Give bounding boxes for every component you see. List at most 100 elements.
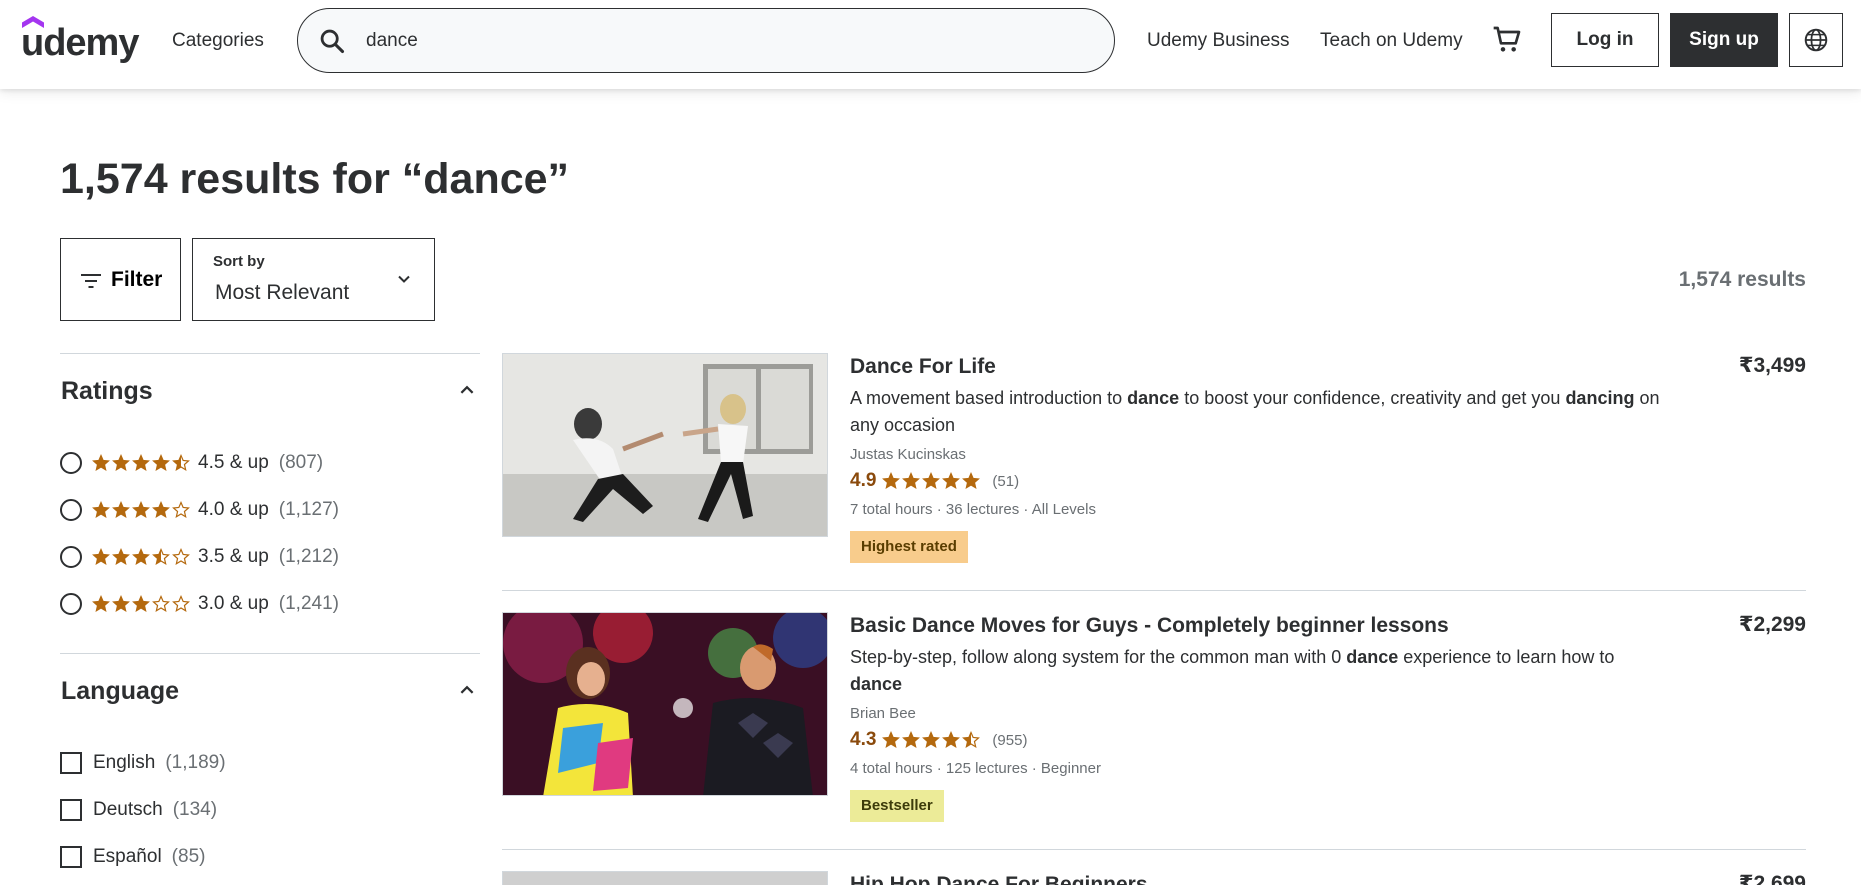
course-meta: 4 total hours · 125 lectures · Beginner [850,760,1101,777]
star-half-icon [962,731,981,748]
course-thumbnail[interactable] [502,871,828,885]
course-description: A movement based introduction to dance t… [850,385,1670,439]
star-full-icon [132,595,150,612]
star-half-icon [152,548,170,565]
rating-radio[interactable] [60,593,82,615]
star-half-icon [172,454,190,471]
rating-option-count: (1,212) [278,546,339,567]
star-full-icon [112,454,130,471]
chevron-down-icon [398,275,410,283]
rating-option-count: (1,127) [278,499,339,520]
rating-filter-option[interactable]: 3.0 & up (1,241) [60,591,339,617]
sort-value: Most Relevant [215,281,350,304]
star-full-icon [922,472,941,489]
course-title[interactable]: Basic Dance Moves for Guys - Completely … [850,614,1449,638]
top-header: udemy Categories Udemy Business Teach on… [0,0,1861,89]
ratings-section-title[interactable]: Ratings [61,377,153,406]
language-option-count: (85) [171,846,206,867]
rating-filter-option[interactable]: 4.0 & up (1,127) [60,497,339,523]
rating-stars [882,472,982,490]
search-icon[interactable] [318,27,346,55]
desc-text: to boost your confidence, creativity and… [1179,388,1566,408]
star-full-icon [112,501,130,518]
sidebar-divider [60,353,480,354]
desc-highlight: dance [1127,388,1180,408]
rating-radio[interactable] [60,499,82,521]
cart-icon[interactable] [1491,24,1523,56]
rating-radio[interactable] [60,546,82,568]
rating-stars [92,548,192,566]
language-checkbox[interactable] [60,752,82,774]
sort-select[interactable]: Sort by Most Relevant [192,238,435,321]
language-option-label: Deutsch [93,799,163,820]
course-card[interactable]: Dance For Life A movement based introduc… [502,353,1806,563]
language-checkbox[interactable] [60,799,82,821]
star-full-icon [92,454,110,471]
language-option-count: (134) [172,799,218,820]
star-full-icon [132,454,150,471]
desc-text: Step-by-step, follow along system for th… [850,647,1347,667]
desc-text: A movement based introduction to [850,388,1128,408]
review-count: (955) [992,731,1028,749]
star-empty-icon [172,595,190,612]
language-section-title[interactable]: Language [61,677,179,706]
rating-filter-option[interactable]: 4.5 & up (807) [60,450,323,476]
star-full-icon [92,501,110,518]
chevron-up-icon[interactable] [458,681,476,699]
filter-button[interactable]: Filter [60,238,181,321]
rating-option-label: 3.5 & up [198,546,269,567]
udemy-logo[interactable]: udemy [21,16,146,64]
filter-label: Filter [111,268,163,291]
course-author: Brian Bee [850,705,916,722]
desc-highlight: dance [1346,647,1399,667]
udemy-business-link[interactable]: Udemy Business [1147,30,1290,52]
course-rating: 4.3 (955) [850,729,1027,751]
language-option-count: (1,189) [165,752,226,773]
course-thumbnail[interactable] [502,353,828,537]
star-full-icon [882,472,901,489]
search-bar[interactable] [297,8,1115,73]
course-card[interactable]: Hip Hop Dance For Beginners ₹2,699 [502,871,1806,885]
globe-icon [1804,28,1828,52]
bestseller-badge: Bestseller [850,790,944,822]
star-full-icon [152,501,170,518]
rating-value: 4.9 [850,470,877,491]
rating-option-label: 3.0 & up [198,593,269,614]
star-empty-icon [152,595,170,612]
teach-on-udemy-link[interactable]: Teach on Udemy [1320,30,1463,52]
course-author: Justas Kucinskas [850,446,966,463]
star-full-icon [112,548,130,565]
login-button[interactable]: Log in [1551,13,1659,67]
course-thumbnail[interactable] [502,612,828,796]
star-empty-icon [172,501,190,518]
rating-filter-option[interactable]: 3.5 & up (1,212) [60,544,339,570]
language-filter-option[interactable]: Español (85) [60,844,205,870]
star-full-icon [942,731,961,748]
review-count: (51) [992,472,1020,490]
language-filter-option[interactable]: English (1,189) [60,750,226,776]
results-count: 1,574 results [1678,268,1806,291]
chevron-up-icon[interactable] [458,381,476,399]
star-full-icon [902,731,921,748]
rating-radio[interactable] [60,452,82,474]
star-full-icon [132,548,150,565]
rating-stars [92,595,192,613]
search-input[interactable] [366,24,1086,58]
star-empty-icon [172,548,190,565]
star-full-icon [92,595,110,612]
language-checkbox[interactable] [60,846,82,868]
course-title[interactable]: Dance For Life [850,355,996,379]
star-full-icon [152,454,170,471]
language-button[interactable] [1789,13,1843,67]
language-filter-option[interactable]: Deutsch (134) [60,797,217,823]
rating-option-label: 4.0 & up [198,499,269,520]
course-title[interactable]: Hip Hop Dance For Beginners [850,873,1148,885]
course-divider [502,590,1806,591]
star-full-icon [92,548,110,565]
rating-stars [882,731,982,749]
categories-link[interactable]: Categories [172,30,264,52]
signup-button[interactable]: Sign up [1670,13,1778,67]
rating-option-count: (807) [278,452,324,473]
course-card[interactable]: Basic Dance Moves for Guys - Completely … [502,612,1806,822]
sort-label: Sort by [213,253,265,270]
